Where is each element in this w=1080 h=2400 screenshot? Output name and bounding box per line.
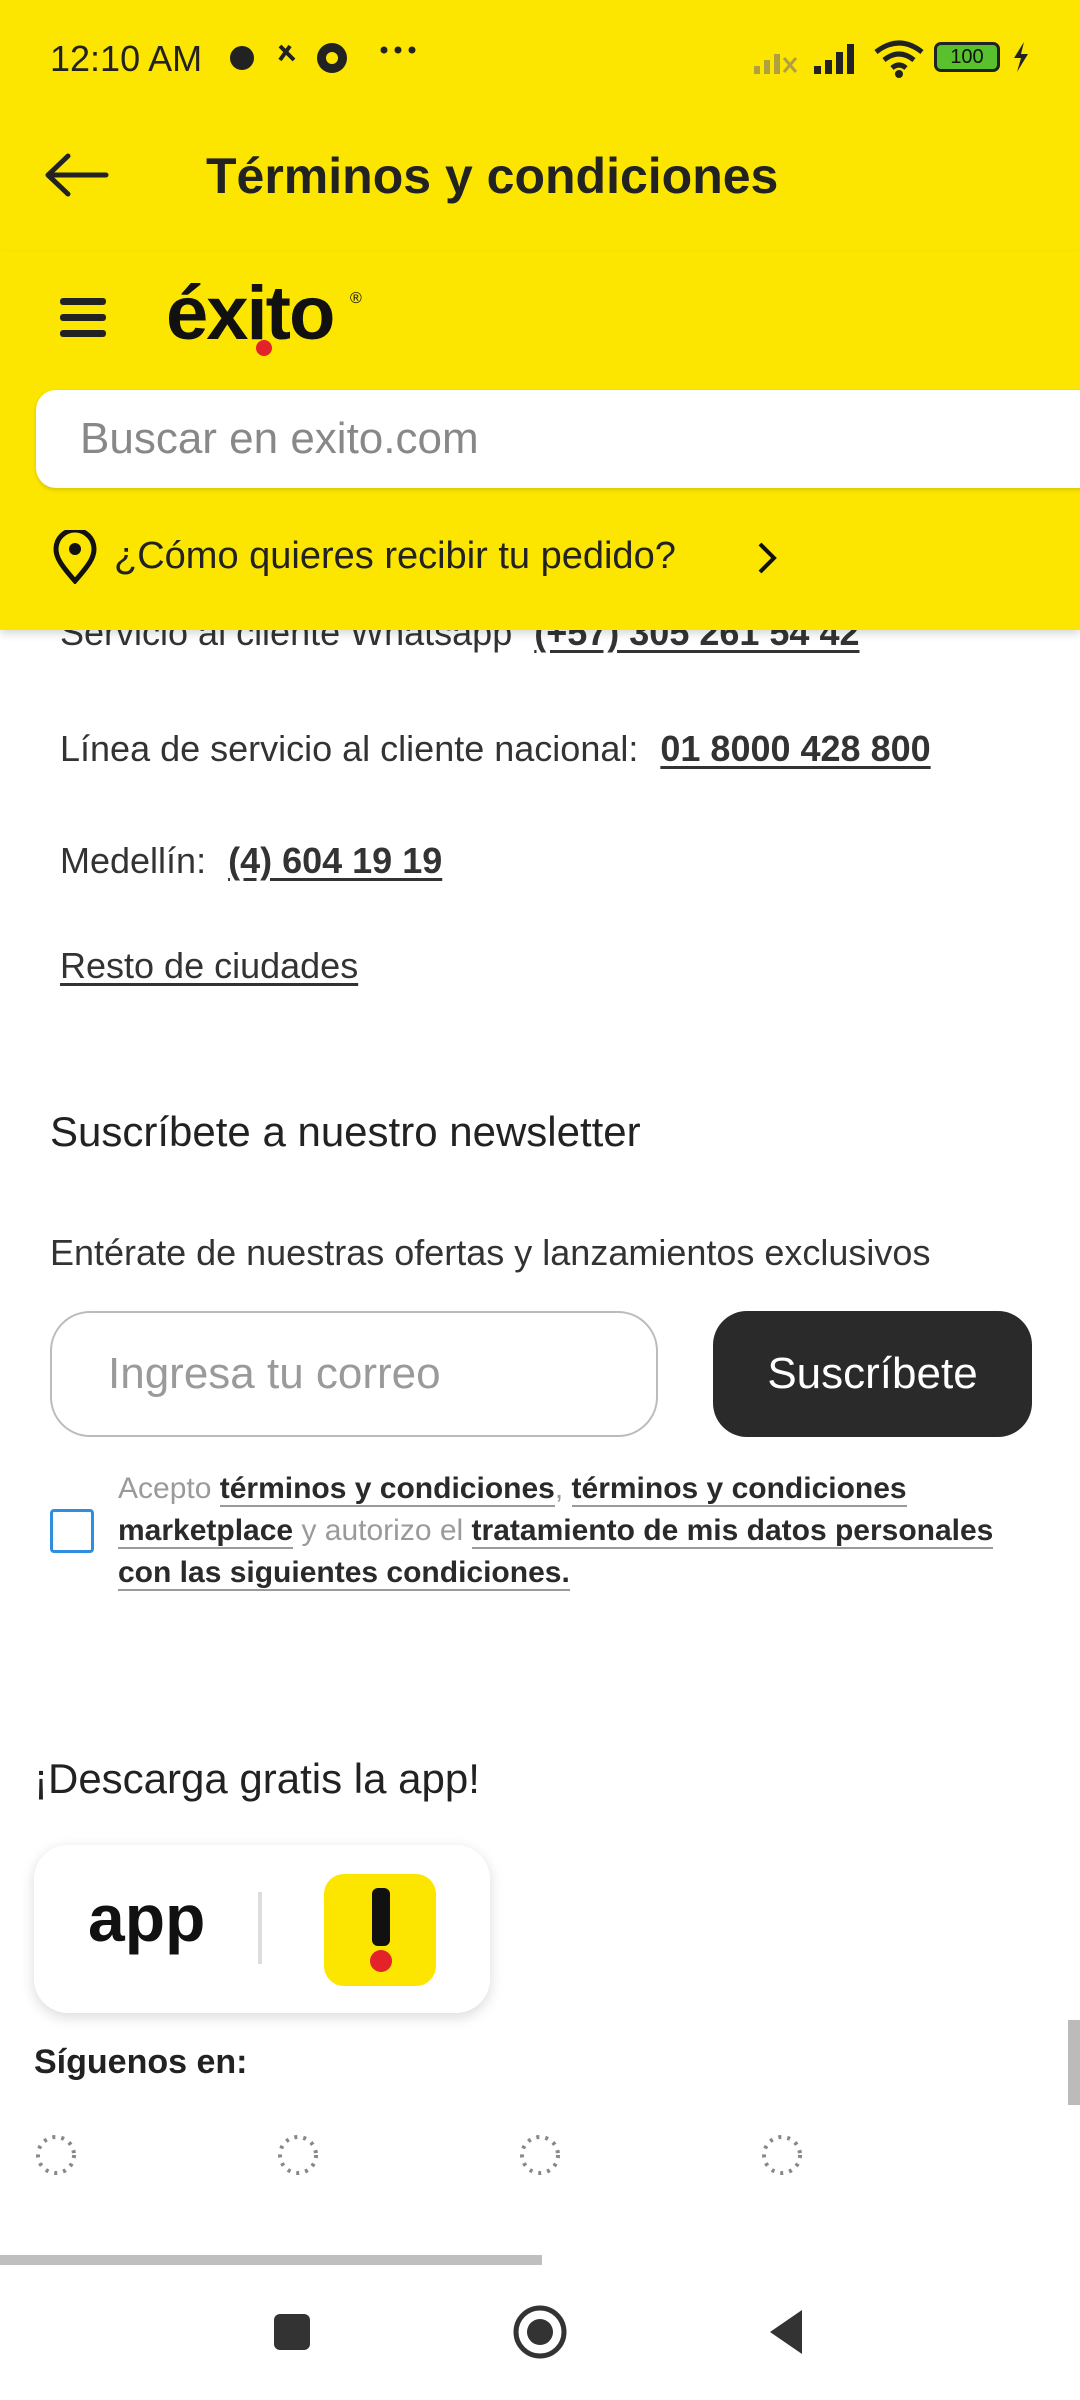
newsletter-title: Suscríbete a nuestro newsletter [50,1108,641,1155]
recents-icon[interactable] [262,2302,322,2362]
consent-text: Acepto términos y condiciones, términos … [118,1468,1038,1594]
home-icon[interactable] [510,2302,570,2362]
app-icon-bar [372,1888,390,1946]
location-pin-icon [53,530,97,584]
charging-icon [1014,42,1028,72]
other-cities-link[interactable]: Resto de ciudades [60,945,358,987]
menu-icon[interactable] [58,292,108,342]
logo-registered-mark: ® [350,290,362,307]
loading-spinner-icon [36,2135,76,2175]
exito-logo[interactable]: éxito [166,270,335,357]
signal-weak-icon [754,54,798,74]
app-label: app [88,1881,206,1955]
follow-us-label: Síguenos en: [34,2043,248,2081]
wifi-icon [874,40,924,78]
battery-icon: 100 [934,42,1000,72]
status-time: 12:10 AM [50,38,203,79]
notification-icons [230,43,347,73]
loading-spinner-icon [278,2135,318,2175]
back-arrow-icon[interactable] [40,150,110,200]
terms-link[interactable]: términos y condiciones [219,1472,555,1507]
signal-icon [814,44,854,74]
more-dots-icon [380,46,416,54]
app-icon-dot [370,1950,392,1972]
search-input[interactable] [36,390,1080,488]
national-label: Línea de servicio al cliente nacional: [60,728,639,769]
delivery-prompt[interactable]: ¿Cómo quieres recibir tu pedido? [114,535,676,578]
page-title: Términos y condiciones [206,148,779,204]
national-contact: Línea de servicio al cliente nacional: 0… [60,728,931,770]
nav-back-icon[interactable] [756,2302,816,2362]
loading-spinner-icon [520,2135,560,2175]
divider [258,1892,262,1964]
consent-checkbox[interactable] [50,1509,94,1553]
scrollbar[interactable] [1068,2020,1080,2105]
loading-spinner-icon [762,2135,802,2175]
email-field[interactable] [50,1311,658,1437]
subscribe-button[interactable]: Suscríbete [713,1311,1032,1437]
medellin-number-link[interactable]: (4) 604 19 19 [228,840,442,881]
app-download-title: ¡Descarga gratis la app! [34,1755,480,1802]
chevron-right-icon[interactable] [754,540,780,576]
national-number-link[interactable]: 01 8000 428 800 [660,728,930,769]
medellin-contact: Medellín: (4) 604 19 19 [60,840,442,882]
newsletter-subtitle: Entérate de nuestras ofertas y lanzamien… [50,1232,931,1273]
logo-dot [256,340,272,356]
consent-comma: , [554,1472,564,1505]
consent-authorize: y autorizo el [301,1514,464,1547]
consent-accept: Acepto [118,1472,212,1505]
battery-level: 100 [950,46,984,68]
page-load-progress [0,2255,542,2265]
medellin-label: Medellín: [60,840,207,881]
